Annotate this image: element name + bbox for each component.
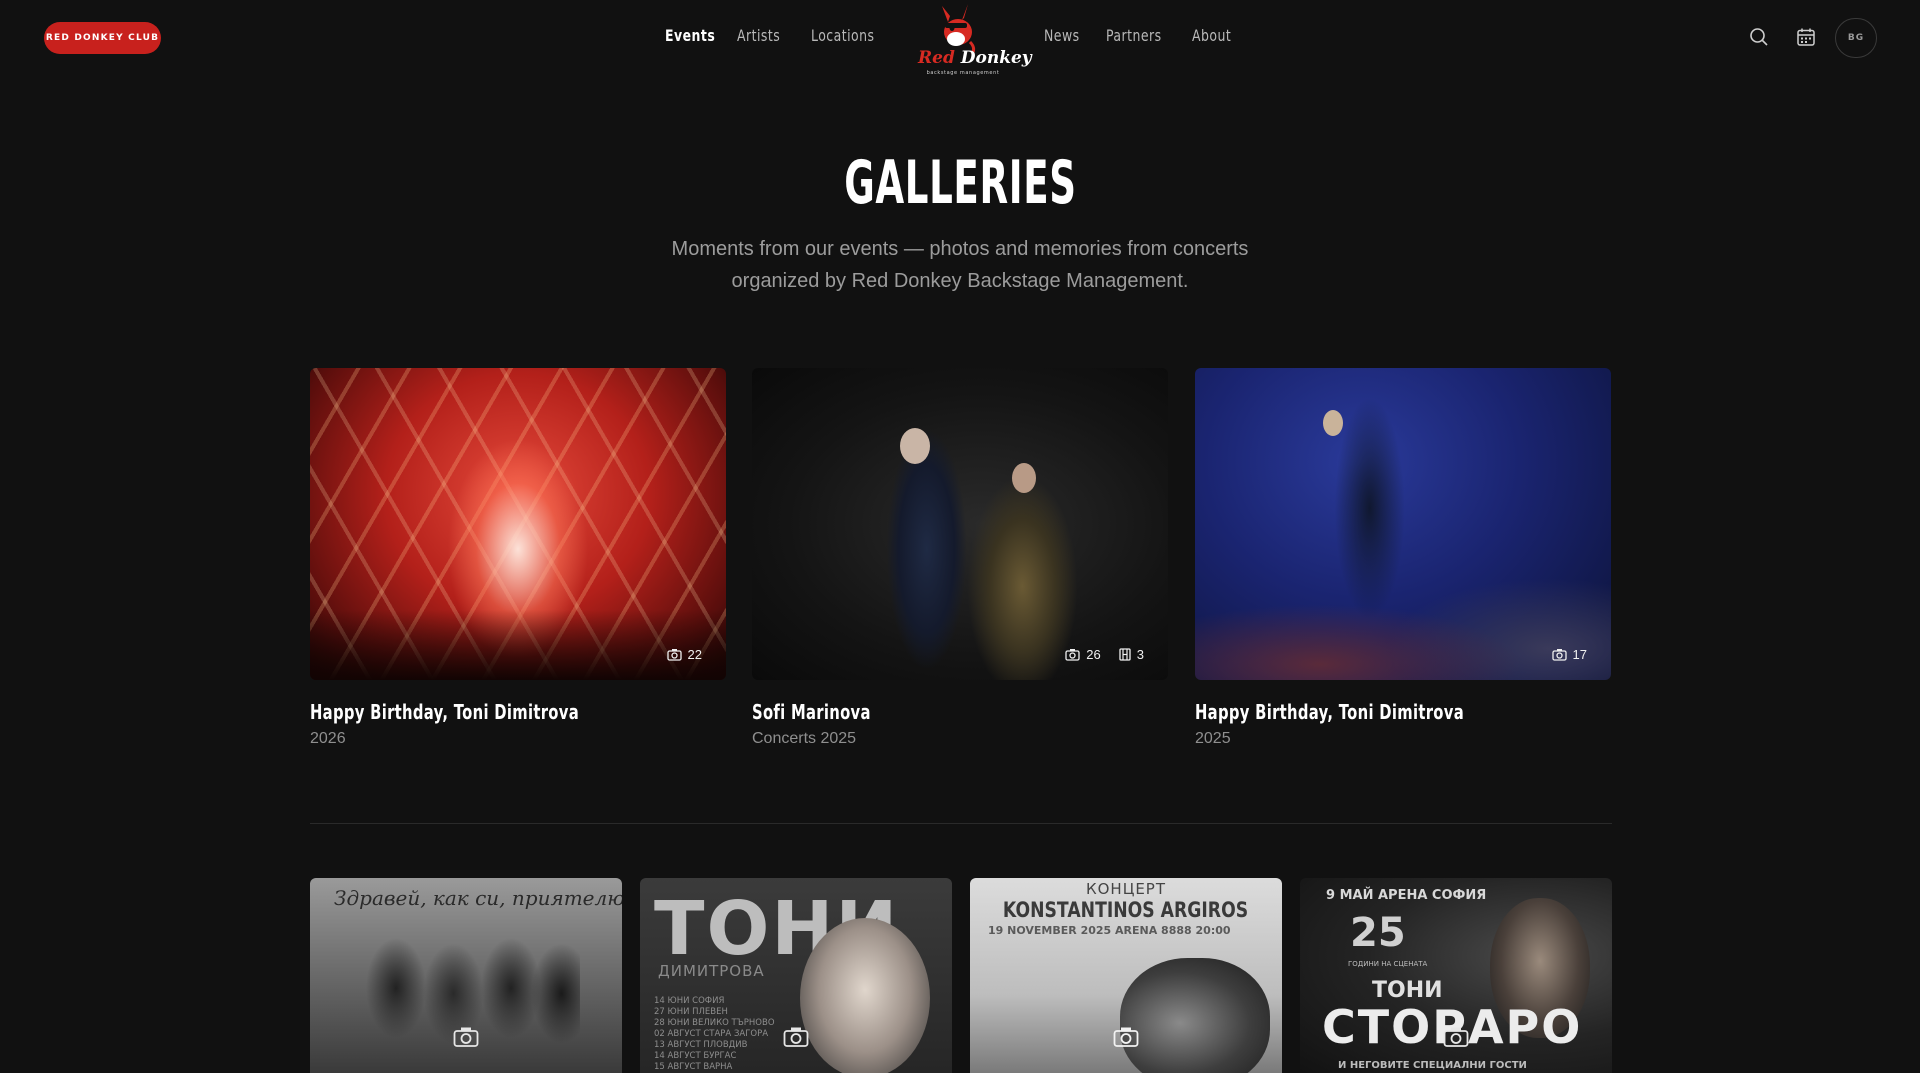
camera-icon — [666, 649, 682, 661]
page-title: GALLERIES — [843, 148, 1077, 218]
gallery-title[interactable]: Happy Birthday, Toni Dimitrova — [310, 700, 579, 724]
nav-artists[interactable]: Artists — [737, 26, 780, 45]
nav-events[interactable]: Events — [665, 26, 715, 45]
camera-icon — [453, 1026, 479, 1052]
camera-icon — [1065, 649, 1080, 661]
camera-icon — [783, 1026, 809, 1052]
poster-footer: И НЕГОВИТЕ СПЕЦИАЛНИ ГОСТИ — [1338, 1060, 1527, 1071]
gallery-poster[interactable]: Здравей, как си, приятелю? — [310, 878, 622, 1073]
nav-partners[interactable]: Partners — [1106, 26, 1162, 45]
photo-count: 26 — [1086, 647, 1101, 662]
poster-number: 25 — [1350, 910, 1406, 956]
gallery-poster[interactable]: ТОНИ ДИМИТРОВА 14 ЮНИ СОФИЯ 27 ЮНИ ПЛЕВЕН… — [640, 878, 952, 1073]
gallery-counts: 26 3 — [1065, 647, 1144, 662]
site-logo[interactable]: Red Donkey backstage management — [912, 2, 1032, 76]
gallery-meta: 2026 — [310, 730, 346, 747]
film-icon — [1119, 648, 1131, 661]
nav-about[interactable]: About — [1192, 26, 1231, 45]
photo-count: 22 — [687, 647, 702, 662]
gallery-title[interactable]: Happy Birthday, Toni Dimitrova — [1195, 700, 1464, 724]
poster-headline: Здравей, как си, приятелю? — [334, 886, 622, 910]
gallery-card[interactable]: 26 3 Sofi Marinova Concerts 2025 — [752, 368, 1168, 748]
red-donkey-club-button[interactable]: RED DONKEY CLUB — [44, 22, 161, 54]
nav-locations[interactable]: Locations — [811, 26, 875, 45]
gallery-thumbnail[interactable]: 26 3 — [752, 368, 1168, 680]
site-header: RED DONKEY CLUB Events Artists Locations… — [0, 0, 1920, 78]
poster-laurel: ГОДИНИ НА СЦЕНАТА — [1348, 960, 1428, 968]
language-switch-button[interactable]: BG — [1835, 18, 1877, 58]
photo-count: 17 — [1572, 647, 1587, 662]
calendar-icon[interactable] — [1793, 24, 1819, 50]
section-divider — [310, 823, 1612, 824]
camera-icon — [1551, 649, 1567, 661]
nav-news[interactable]: News — [1044, 26, 1080, 45]
poster-dates: 14 ЮНИ СОФИЯ 27 ЮНИ ПЛЕВЕН 28 ЮНИ ВЕЛИКО Т… — [654, 996, 775, 1072]
gallery-card[interactable]: 17 Happy Birthday, Toni Dimitrova 2025 — [1195, 368, 1611, 748]
camera-icon — [1113, 1026, 1139, 1052]
camera-icon — [1443, 1026, 1469, 1052]
poster-headline: KONSTANTINOS ARGIROS — [1003, 898, 1249, 922]
poster-info: 19 NOVEMBER 2025 ARENA 8888 20:00 — [988, 924, 1231, 937]
logo-wordmark: Red Donkey — [918, 48, 1032, 68]
gallery-poster[interactable]: 9 МАЙ АРЕНА СОФИЯ 25 ГОДИНИ НА СЦЕНАТА Т… — [1300, 878, 1612, 1073]
gallery-thumbnail[interactable]: 17 — [1195, 368, 1611, 680]
gallery-meta: 2025 — [1195, 730, 1231, 747]
page-subtitle: Moments from our events — photos and mem… — [671, 238, 1249, 292]
poster-subheadline: ДИМИТРОВА — [658, 962, 765, 980]
poster-kicker: КОНЦЕРТ — [1085, 880, 1167, 898]
gallery-poster[interactable]: КОНЦЕРТ KONSTANTINOS ARGIROS 19 NOVEMBER… — [970, 878, 1282, 1073]
gallery-counts: 17 — [1551, 647, 1587, 662]
gallery-card[interactable]: 22 Happy Birthday, Toni Dimitrova 2026 — [310, 368, 726, 748]
main-nav-left: Events Artists Locations — [665, 26, 875, 45]
gallery-counts: 22 — [666, 647, 702, 662]
logo-tagline: backstage management — [926, 70, 1000, 76]
gallery-meta: Concerts 2025 — [752, 730, 857, 747]
video-count: 3 — [1136, 647, 1144, 662]
search-icon[interactable] — [1746, 24, 1772, 50]
poster-kicker: 9 МАЙ АРЕНА СОФИЯ — [1326, 888, 1487, 903]
gallery-thumbnail[interactable]: 22 — [310, 368, 726, 680]
gallery-title[interactable]: Sofi Marinova — [752, 700, 871, 724]
main-nav-right: News Partners About — [1044, 26, 1232, 45]
